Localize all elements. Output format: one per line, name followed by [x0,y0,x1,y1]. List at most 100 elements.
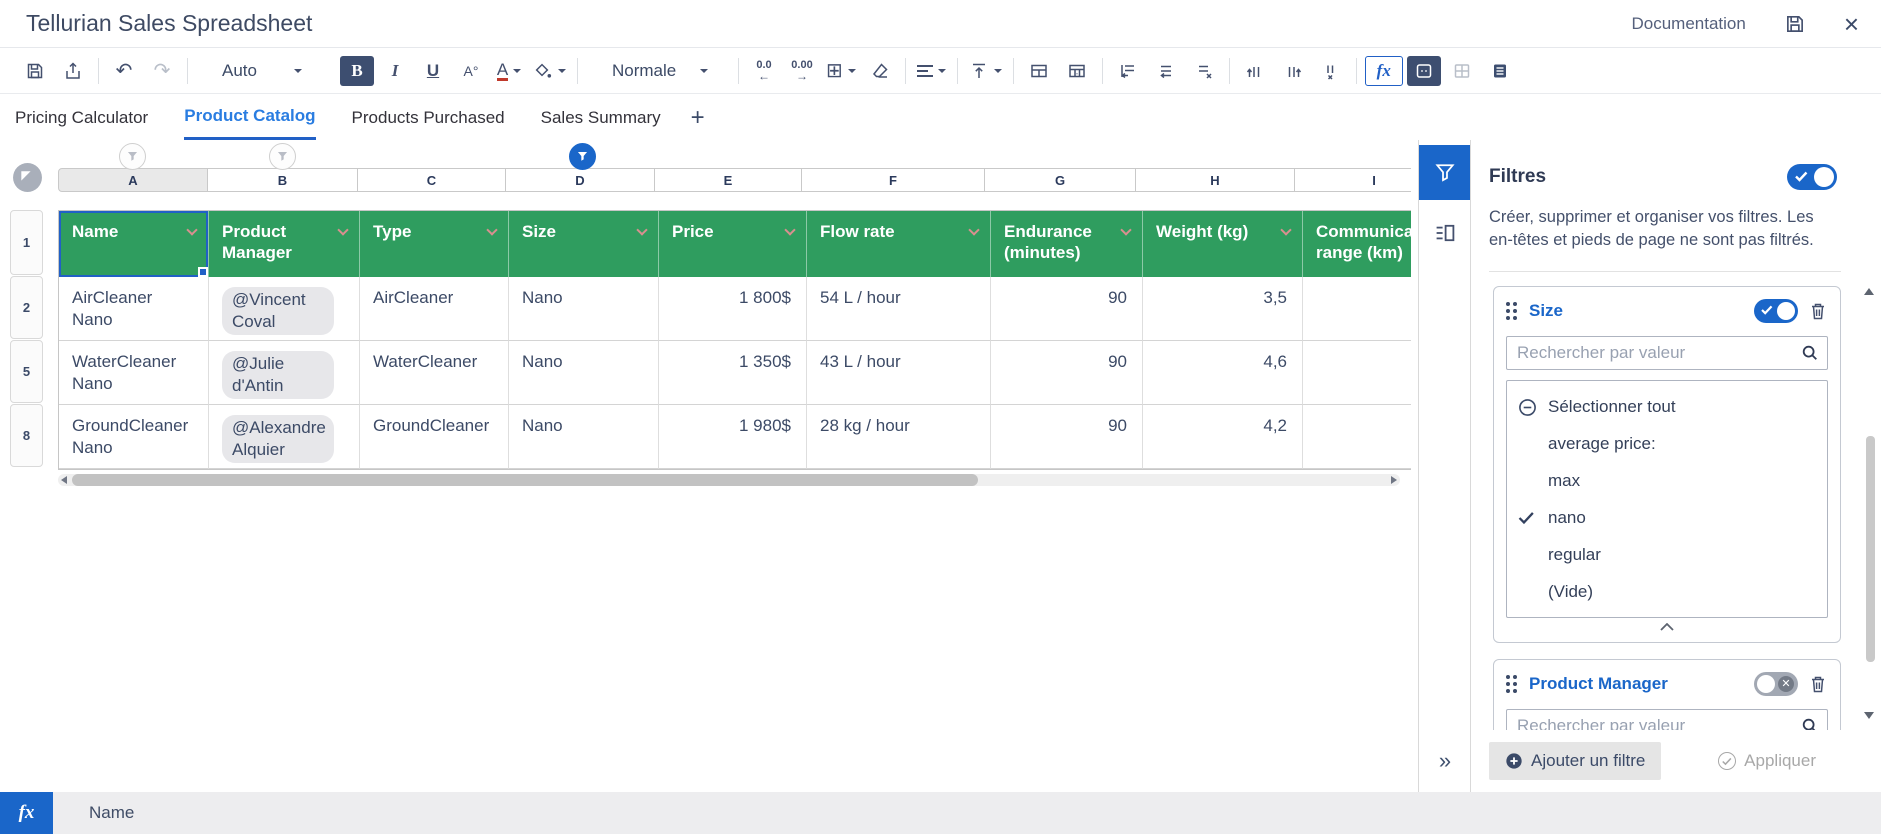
undo-button[interactable]: ↶ [107,56,141,86]
cell-h5[interactable]: 4,6 [1143,341,1303,405]
format-panel-button[interactable] [1419,212,1471,254]
fill-color-button[interactable] [530,56,569,86]
header-cell-endurance-minutes[interactable]: Endurance (minutes) [991,211,1143,277]
formula-input[interactable]: Name [89,803,134,823]
close-icon[interactable]: × [1844,11,1859,37]
apply-button-disabled[interactable]: Appliquer [1718,751,1816,771]
mention-pill[interactable]: @Julie d'Antin [222,351,334,399]
cell-h2[interactable]: 3,5 [1143,277,1303,341]
cell-g8[interactable]: 90 [991,405,1143,469]
insert-column-right-button[interactable] [1276,56,1310,86]
header-cell-flow-rate[interactable]: Flow rate [807,211,991,277]
table-template-button[interactable] [1060,56,1094,86]
insert-row-above-button[interactable] [1111,56,1145,86]
collapse-card-button[interactable] [1506,618,1828,636]
save-icon[interactable] [1784,13,1806,35]
tab-product-catalog[interactable]: Product Catalog [184,95,315,140]
delete-column-button[interactable] [1314,56,1348,86]
cell-i8[interactable] [1303,405,1411,469]
cell-h8[interactable]: 4,2 [1143,405,1303,469]
add-filter-button[interactable]: Ajouter un filtre [1489,742,1661,780]
column-letter-a[interactable]: A [58,168,208,192]
clear-formatting-button[interactable] [863,56,897,86]
cell-c2[interactable]: AirCleaner [360,277,509,341]
cell-e5[interactable]: 1 350$ [659,341,807,405]
drag-handle-icon[interactable] [1506,675,1517,693]
documentation-link[interactable]: Documentation [1631,14,1745,34]
row-number-2[interactable]: 2 [10,276,43,339]
cell-e2[interactable]: 1 800$ [659,277,807,341]
tab-products-purchased[interactable]: Products Purchased [352,95,505,140]
row-number-5[interactable]: 5 [10,340,43,403]
column-filter-icon-b[interactable] [269,143,296,170]
cell-f2[interactable]: 54 L / hour [807,277,991,341]
filter-option-regular[interactable]: regular [1507,537,1827,574]
filter-option-vide[interactable]: (Vide) [1507,574,1827,611]
row-number-8[interactable]: 8 [10,404,43,467]
size-filter-toggle[interactable] [1754,299,1798,323]
column-letter-c[interactable]: C [357,168,506,192]
panel-scrollbar-thumb[interactable] [1866,436,1875,662]
fill-handle[interactable] [198,267,208,277]
scroll-left-arrow[interactable] [61,476,67,484]
header-cell-communication-range-km[interactable]: Communication range (km) [1303,211,1411,277]
header-cell-name[interactable]: Name [59,211,209,277]
underline-button[interactable]: U [416,56,450,86]
row-number-1[interactable]: 1 [10,210,43,275]
header-cell-weight-kg[interactable]: Weight (kg) [1143,211,1303,277]
split-view-button[interactable] [1445,56,1479,86]
cell-d2[interactable]: Nano [509,277,659,341]
vertical-align-button[interactable] [966,56,1005,86]
column-letter-h[interactable]: H [1135,168,1295,192]
print-button[interactable] [56,56,90,86]
collapse-panel-button[interactable]: » [1419,748,1471,774]
header-cell-size[interactable]: Size [509,211,659,277]
filter-search-input[interactable] [1506,336,1828,370]
cell-f5[interactable]: 43 L / hour [807,341,991,405]
column-letter-i[interactable]: I [1294,168,1411,192]
mention-pill[interactable]: @Vincent Coval [222,287,334,335]
column-filter-icon-d-active[interactable] [569,143,596,170]
panel-scroll-up-arrow[interactable] [1864,288,1874,295]
delete-filter-icon[interactable] [1808,301,1828,321]
filter-option-s-lectionner-tout[interactable]: Sélectionner tout [1507,389,1827,426]
header-cell-price[interactable]: Price [659,211,807,277]
cell-b5[interactable]: @Julie d'Antin [209,341,360,405]
filters-master-toggle[interactable] [1787,164,1837,190]
cell-a5[interactable]: WaterCleaner Nano [59,341,209,405]
filter-option-max[interactable]: max [1507,463,1827,500]
cell-f8[interactable]: 28 kg / hour [807,405,991,469]
borders-button[interactable]: ⊞ [823,56,859,86]
cell-c5[interactable]: WaterCleaner [360,341,509,405]
insert-row-below-button[interactable] [1149,56,1183,86]
cell-b2[interactable]: @Vincent Coval [209,277,360,341]
insert-column-left-button[interactable] [1238,56,1272,86]
drag-handle-icon[interactable] [1506,302,1517,320]
horizontal-scrollbar-thumb[interactable] [72,474,978,486]
cell-g5[interactable]: 90 [991,341,1143,405]
header-cell-product-manager[interactable]: Product Manager [209,211,360,277]
filter-tool-button-active[interactable] [1419,145,1471,200]
select-all-button[interactable] [12,162,43,198]
delete-filter-icon[interactable] [1808,674,1828,694]
font-size-dropdown[interactable]: Auto [212,56,308,86]
tab-pricing-calculator[interactable]: Pricing Calculator [15,95,148,140]
cell-view-button[interactable] [1407,56,1441,86]
cell-i2[interactable] [1303,277,1411,341]
column-filter-icon-a[interactable] [119,143,146,170]
increase-decimal-button[interactable]: 0.00→ [785,56,819,86]
redo-button[interactable]: ↷ [145,56,179,86]
insert-function-button[interactable]: fx [1365,56,1403,86]
column-letter-b[interactable]: B [207,168,358,192]
cell-e8[interactable]: 1 980$ [659,405,807,469]
delete-row-button[interactable] [1187,56,1221,86]
decrease-decimal-button[interactable]: 0.0← [747,56,781,86]
column-letter-d[interactable]: D [505,168,655,192]
horizontal-align-button[interactable] [914,56,949,86]
column-letter-f[interactable]: F [801,168,985,192]
cell-c8[interactable]: GroundCleaner [360,405,509,469]
column-letter-e[interactable]: E [654,168,802,192]
cell-a2[interactable]: AirCleaner Nano [59,277,209,341]
bold-button[interactable]: B [340,56,374,86]
cell-d5[interactable]: Nano [509,341,659,405]
